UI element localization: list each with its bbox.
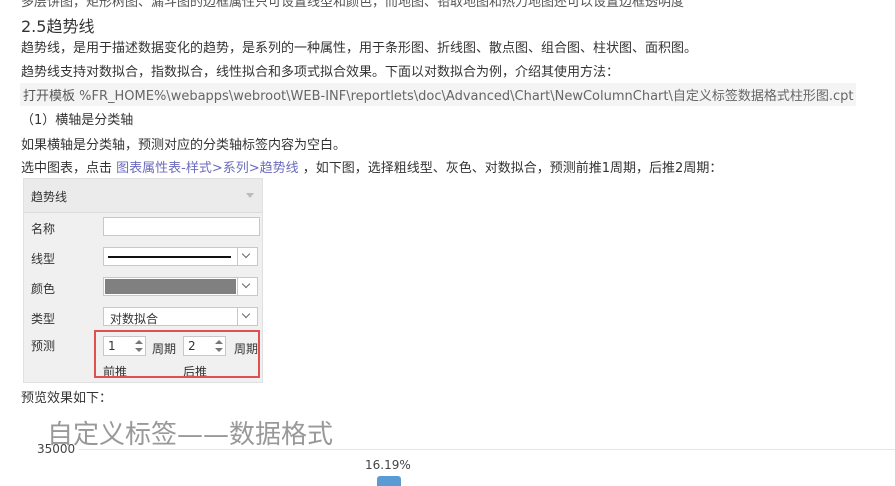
fit-types-paragraph: 趋势线支持对数拟合，指数拟合，线性拟合和多项式拟合效果。下面以对数拟合为例，介绍… [21, 65, 620, 80]
section-title: 2.5趋势线 [21, 17, 95, 36]
category-axis-note: 如果横轴是分类轴，预测对应的分类轴标签内容为空白。 [21, 138, 347, 153]
fit-type-select[interactable]: 对数拟合 [103, 307, 258, 326]
subheading: （1）横轴是分类轴 [21, 113, 134, 128]
trendline-description: 趋势线，是用于描述数据变化的趋势，是系列的一种属性，用于条形图、折线图、散点图、… [21, 41, 698, 56]
y-axis-tick-label: 35000 [37, 442, 76, 456]
forecast-highlight-box [94, 330, 260, 378]
open-template-line: 打开模板 %FR_HOME%\webapps\webroot\WEB-INF\r… [20, 83, 857, 106]
color-swatch [105, 279, 236, 294]
chart-gridline [79, 449, 895, 450]
chart-title: 自定义标签——数据格式 [47, 420, 334, 450]
instruction-prefix: 选中图表，点击 [21, 161, 113, 176]
template-path: %FR_HOME%\webapps\webroot\WEB-INF\report… [79, 89, 854, 104]
chart-bar [377, 476, 401, 486]
fit-type-dropdown-button[interactable] [237, 308, 257, 325]
chevron-down-icon [241, 279, 251, 289]
color-label: 颜色 [31, 282, 56, 296]
instruction-line: 选中图表，点击 图表属性表-样式>系列>趋势线 ，如下图，选择粗线型、灰色、对数… [21, 157, 722, 176]
color-dropdown-button[interactable] [237, 278, 257, 295]
collapse-arrow-icon[interactable] [246, 193, 254, 198]
line-type-select[interactable] [103, 247, 258, 266]
open-template-prefix: 打开模板 [23, 89, 76, 104]
chevron-down-icon [241, 249, 251, 259]
line-type-label: 线型 [31, 252, 56, 266]
line-type-dropdown-button[interactable] [237, 248, 257, 265]
forecast-label: 预测 [31, 339, 56, 353]
fit-type-value: 对数拟合 [110, 312, 159, 326]
preview-label: 预览效果如下： [21, 391, 113, 406]
name-input[interactable] [103, 217, 260, 236]
trendline-settings-panel: 趋势线 名称 线型 颜色 类型 对数拟合 预测 1 周期 2 周期 前推 后推 [23, 178, 263, 383]
panel-header[interactable]: 趋势线 [24, 179, 262, 213]
instruction-suffix: ，如下图，选择粗线型、灰色、对数拟合，预测前推1周期，后推2周期： [302, 161, 723, 176]
trendline-path-link[interactable]: 图表属性表-样式>系列>趋势线 [116, 161, 298, 176]
panel-header-label: 趋势线 [31, 190, 68, 204]
color-select[interactable] [103, 277, 258, 296]
fit-type-label: 类型 [31, 312, 56, 326]
chevron-down-icon [241, 309, 251, 319]
truncated-paragraph: 多层饼图，矩形树图、漏斗图的边框属性只可设置线型和颜色，而地图、铅取地图和热力地… [21, 0, 685, 10]
bar-data-label: 16.19% [365, 458, 411, 472]
thick-line-sample [108, 256, 231, 258]
name-label: 名称 [31, 222, 56, 236]
